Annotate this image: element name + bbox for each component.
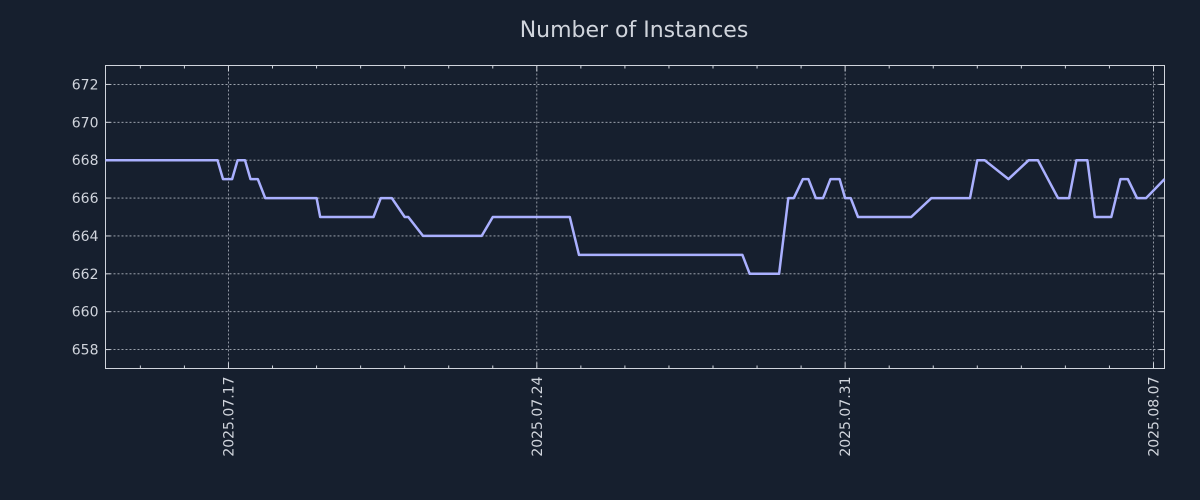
- y-tick-label: 670: [72, 115, 99, 131]
- line-chart: Number of Instances 658 660 662 664 666 668 67…: [72, 18, 1166, 457]
- plot-frame: [105, 65, 1165, 369]
- x-tick-labels: 2025.07.17 2025.07.24 2025.07.31 2025.08.07: [221, 376, 1162, 456]
- x-tick-label: 2025.07.31: [838, 377, 854, 457]
- y-tick-label: 660: [72, 305, 99, 321]
- y-tick-label: 662: [72, 267, 99, 283]
- y-tick-label: 668: [72, 153, 99, 169]
- x-tick-label: 2025.07.24: [530, 376, 546, 456]
- y-tick-label: 666: [72, 191, 99, 207]
- chart-title: Number of Instances: [520, 18, 749, 43]
- y-tick-label: 664: [72, 229, 99, 245]
- y-tick-label: 658: [72, 343, 99, 359]
- x-tick-label: 2025.08.07: [1146, 377, 1162, 457]
- series-line: [105, 158, 1166, 276]
- grid-lines: [105, 65, 1165, 369]
- x-tick-label: 2025.07.17: [221, 377, 237, 457]
- y-tick-labels: 658 660 662 664 666 668 670 672: [72, 77, 99, 358]
- series-layer: [105, 158, 1166, 276]
- y-tick-label: 672: [72, 77, 99, 93]
- axis-ticks: [105, 65, 1165, 369]
